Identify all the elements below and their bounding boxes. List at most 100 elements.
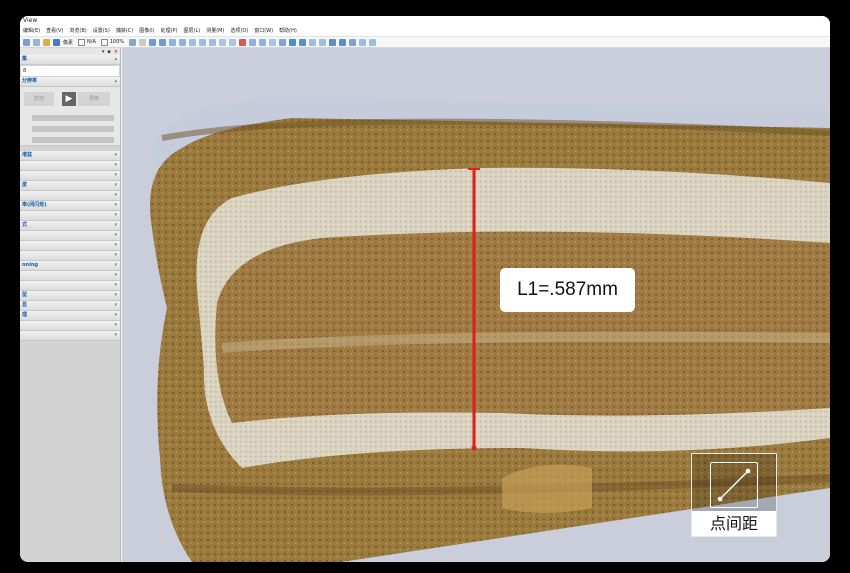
- calibration-icon[interactable]: [78, 38, 86, 46]
- measure-endpoint-bottom[interactable]: [471, 445, 477, 451]
- capture-option-bar[interactable]: [32, 137, 114, 143]
- capture-option-bar[interactable]: [32, 126, 114, 132]
- chevron-down-icon[interactable]: ▾: [114, 151, 117, 160]
- sidebar-section-capture-set[interactable]: 集 ▴: [20, 55, 120, 65]
- record-button[interactable]: 录像: [78, 92, 110, 106]
- sidebar-section-resolution[interactable]: 分辨率 ▴: [20, 77, 120, 87]
- point-icon[interactable]: [179, 38, 187, 46]
- fit-icon[interactable]: [359, 38, 367, 46]
- unit-select[interactable]: 像素: [63, 39, 73, 46]
- menu-process[interactable]: 处理(P): [161, 27, 178, 34]
- sidebar-section[interactable]: ▾: [20, 251, 120, 261]
- chevron-down-icon[interactable]: ▾: [114, 301, 117, 310]
- report-icon[interactable]: [339, 38, 347, 46]
- chevron-down-icon[interactable]: ▾: [114, 171, 117, 180]
- sidebar-section[interactable]: ▾: [20, 171, 120, 181]
- chevron-down-icon[interactable]: ▾: [114, 281, 117, 290]
- sidebar-section-display[interactable]: 显 ▾: [20, 301, 120, 311]
- menu-options[interactable]: 选项(O): [230, 27, 248, 34]
- sidebar-section[interactable]: ▾: [20, 161, 120, 171]
- distance-icon[interactable]: [229, 38, 237, 46]
- polyline-icon[interactable]: [169, 38, 177, 46]
- ellipse-icon[interactable]: [199, 38, 207, 46]
- counter-icon[interactable]: [269, 38, 277, 46]
- sidebar-section[interactable]: ▾: [20, 271, 120, 281]
- menu-image[interactable]: 图像(I): [139, 27, 154, 34]
- menu-layer[interactable]: 图层(L): [184, 27, 201, 34]
- sidebar-close-icon[interactable]: ×: [114, 49, 118, 55]
- chevron-down-icon[interactable]: ▾: [114, 191, 117, 200]
- line-icon[interactable]: [159, 38, 167, 46]
- menu-help[interactable]: 帮助(H): [279, 27, 297, 34]
- sidebar-section[interactable]: ▾: [20, 281, 120, 291]
- menu-edit[interactable]: 编辑(E): [23, 27, 40, 34]
- sidebar-section[interactable]: 度 ▾: [20, 181, 120, 191]
- layout-icon[interactable]: [309, 38, 317, 46]
- menu-settings[interactable]: 设置(S): [93, 27, 110, 34]
- sidebar-section[interactable]: ▾: [20, 191, 120, 201]
- open-icon[interactable]: [23, 38, 30, 46]
- sidebar-section[interactable]: ▾: [20, 231, 120, 241]
- chevron-down-icon[interactable]: ▾: [114, 231, 117, 240]
- zoom-select[interactable]: 100%: [110, 39, 124, 45]
- sidebar-section[interactable]: ▾: [20, 211, 120, 221]
- chevron-down-icon[interactable]: ▾: [114, 241, 117, 250]
- chevron-down-icon[interactable]: ▾: [114, 291, 117, 300]
- folder-icon[interactable]: [43, 38, 50, 46]
- save-icon[interactable]: [33, 38, 40, 46]
- scale-select[interactable]: N/A: [87, 39, 96, 45]
- scale-bar-icon[interactable]: [279, 38, 287, 46]
- menu-measure[interactable]: 测量(M): [206, 27, 224, 34]
- chevron-down-icon[interactable]: ▾: [114, 211, 117, 220]
- sidebar-section-flicker[interactable]: 率(闭闪烁) ▾: [20, 201, 120, 211]
- rotate-icon[interactable]: [129, 38, 137, 46]
- chevron-down-icon[interactable]: ▾: [114, 251, 117, 260]
- chevron-down-icon[interactable]: ▾: [114, 161, 117, 170]
- rectangle-icon[interactable]: [189, 38, 197, 46]
- sidebar-section[interactable]: ▾: [20, 331, 120, 341]
- sidebar-section-gain[interactable]: 增益 ▾: [20, 151, 120, 161]
- info-icon[interactable]: [369, 38, 377, 46]
- chart-icon[interactable]: [299, 38, 307, 46]
- chevron-down-icon[interactable]: ▾: [114, 261, 117, 270]
- measurement-label[interactable]: L1=.587mm: [500, 268, 635, 312]
- menu-view[interactable]: 查看(V): [46, 27, 63, 34]
- sidebar-section-process[interactable]: 理 ▾: [20, 311, 120, 321]
- curve-icon[interactable]: [239, 38, 247, 46]
- sidebar-section[interactable]: ▾: [20, 241, 120, 251]
- export-icon[interactable]: [329, 38, 337, 46]
- polygon-icon[interactable]: [259, 38, 267, 46]
- menu-capture[interactable]: 捕获(C): [116, 27, 133, 34]
- sidebar-section-binning[interactable]: nning ▾: [20, 261, 120, 271]
- arrow-icon[interactable]: [139, 38, 147, 46]
- chevron-down-icon[interactable]: ▾: [114, 201, 117, 210]
- capture-option-bar[interactable]: [32, 115, 114, 121]
- sidebar-section-mode[interactable]: 式 ▾: [20, 221, 120, 231]
- chevron-down-icon[interactable]: ▾: [114, 221, 117, 230]
- zoom-icon[interactable]: [100, 38, 108, 46]
- arrow-line-icon[interactable]: [289, 38, 297, 46]
- capture-set-field[interactable]: 8: [21, 66, 119, 76]
- chevron-down-icon[interactable]: ▾: [114, 331, 117, 340]
- grid-icon[interactable]: [53, 38, 60, 46]
- table-icon[interactable]: [319, 38, 327, 46]
- chevron-up-icon[interactable]: ▴: [114, 77, 117, 86]
- snap-button[interactable]: 抓拍: [24, 92, 54, 106]
- sidebar-section-type[interactable]: 型 ▾: [20, 291, 120, 301]
- chevron-down-icon[interactable]: ▾: [114, 181, 117, 190]
- chevron-down-icon[interactable]: ▾: [114, 321, 117, 330]
- circle-icon[interactable]: [209, 38, 217, 46]
- chevron-down-icon[interactable]: ▾: [114, 311, 117, 320]
- settings-icon[interactable]: [349, 38, 357, 46]
- sidebar-pin-icon[interactable]: ▪: [107, 49, 110, 55]
- angle-icon[interactable]: [149, 38, 157, 46]
- text-icon[interactable]: [249, 38, 257, 46]
- sidebar-section[interactable]: ▾: [20, 321, 120, 331]
- play-icon[interactable]: ▶: [62, 92, 76, 106]
- menu-browse[interactable]: 浏览(B): [69, 27, 86, 34]
- menu-window[interactable]: 窗口(W): [254, 27, 273, 34]
- arc-icon[interactable]: [219, 38, 227, 46]
- chevron-up-icon[interactable]: ▴: [114, 55, 117, 64]
- sidebar-dropdown-icon[interactable]: ▾: [102, 49, 105, 55]
- chevron-down-icon[interactable]: ▾: [114, 271, 117, 280]
